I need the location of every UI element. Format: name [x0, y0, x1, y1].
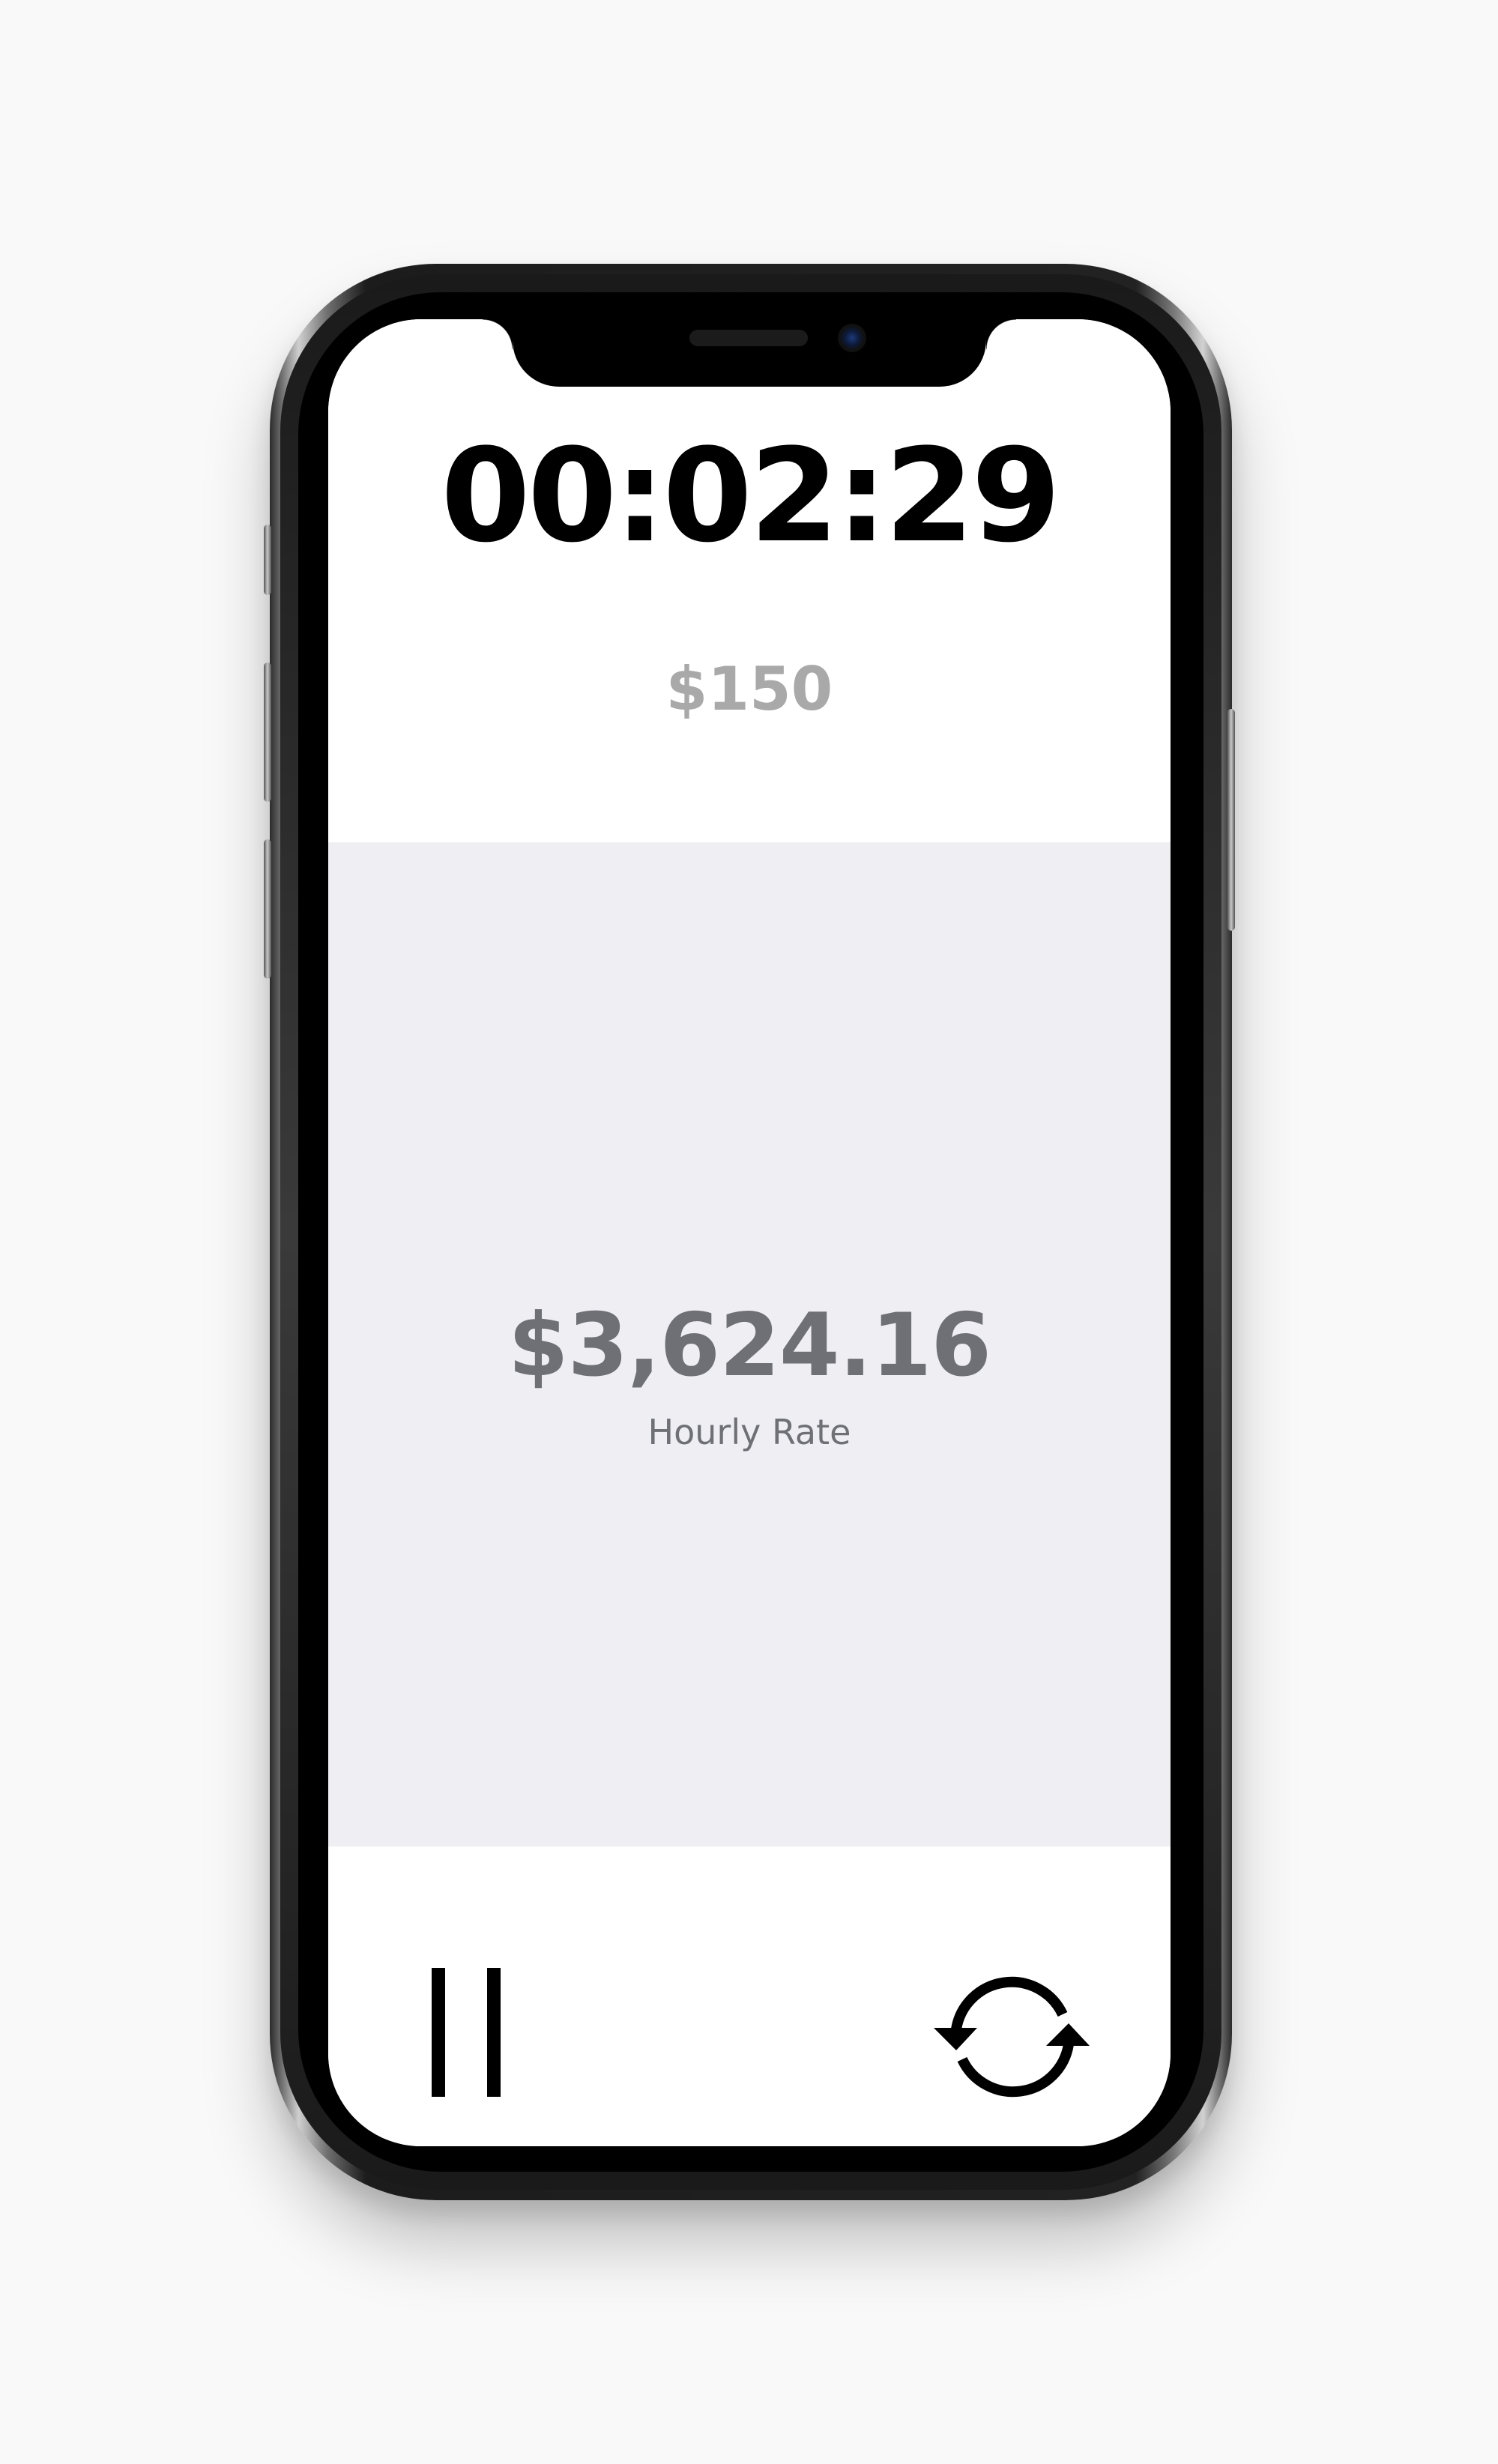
- silent-switch: [264, 525, 271, 595]
- app-screen: 00:02:29 $150 $3,624.16 Hourly Rate: [328, 319, 1171, 2146]
- speaker-grille: [689, 330, 808, 346]
- earnings-caption: Hourly Rate: [647, 1412, 851, 1452]
- earnings-panel: $3,624.16 Hourly Rate: [328, 842, 1171, 1847]
- refresh-icon: [934, 1976, 1090, 2098]
- elapsed-timer: 00:02:29: [441, 420, 1061, 571]
- notch: [483, 319, 1016, 387]
- earnings-amount: $3,624.16: [507, 1295, 991, 1396]
- power-button: [1227, 709, 1235, 931]
- reset-button[interactable]: [934, 1969, 1091, 2104]
- timer-section: 00:02:29 $150: [328, 319, 1171, 842]
- pause-button[interactable]: [412, 1963, 525, 2103]
- front-camera: [838, 324, 866, 352]
- controls-bar: [328, 1847, 1171, 2146]
- volume-down-button: [264, 839, 271, 979]
- volume-up-button: [264, 662, 271, 802]
- hourly-rate-value[interactable]: $150: [328, 659, 1171, 719]
